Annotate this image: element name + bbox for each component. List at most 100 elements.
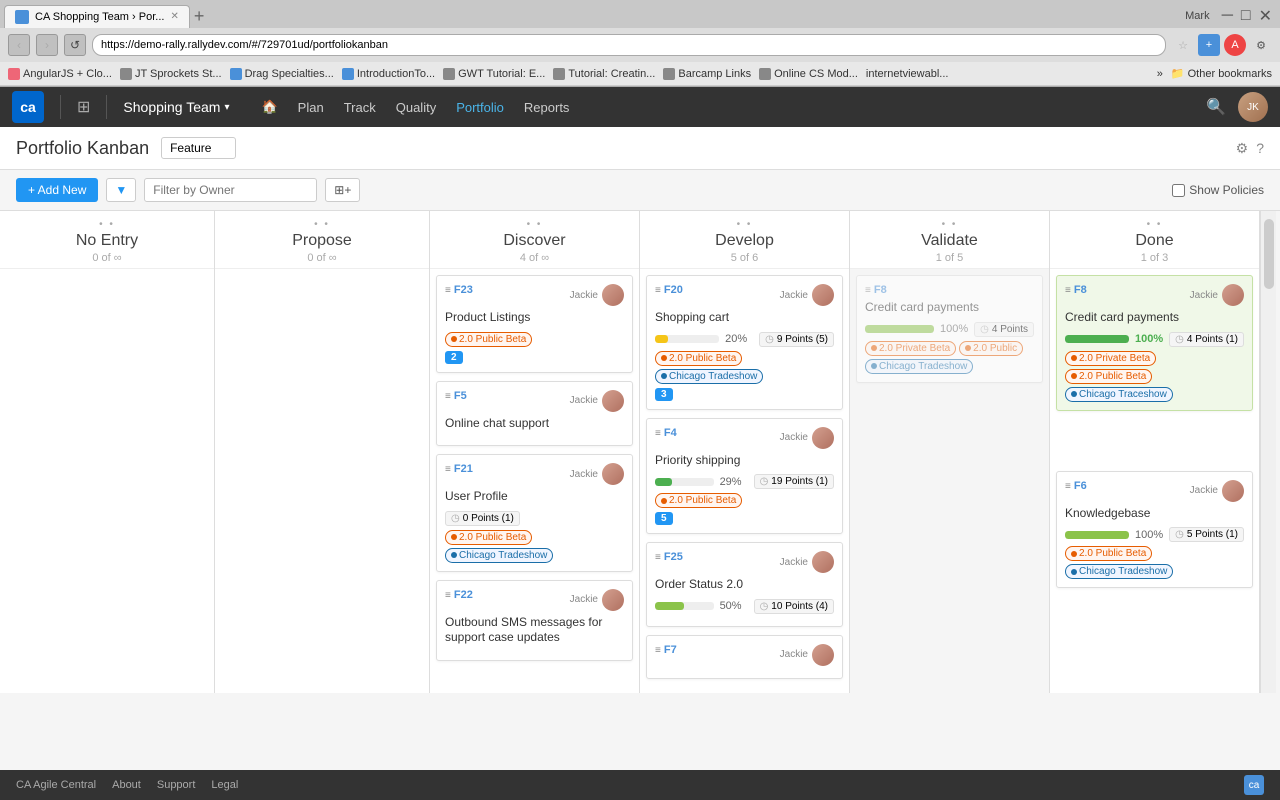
browser-tab[interactable]: CA Shopping Team › Por... ✕	[4, 5, 190, 28]
tag-f23-public-beta[interactable]: 2.0 Public Beta	[445, 332, 532, 347]
bookmark-other[interactable]: »	[1157, 68, 1163, 80]
tag-f8d-private[interactable]: 2.0 Private Beta	[1065, 351, 1156, 366]
close-window-button[interactable]: ✕	[1259, 6, 1272, 26]
nav-track[interactable]: Track	[336, 96, 384, 119]
tag-f8v-public[interactable]: 2.0 Public	[959, 341, 1023, 356]
footer-about[interactable]: About	[112, 779, 141, 791]
settings-icon[interactable]: ⚙	[1236, 140, 1249, 157]
team-selector[interactable]: Shopping Team ▾	[123, 99, 229, 115]
address-input[interactable]	[92, 34, 1166, 56]
card-f6-id[interactable]: ≡ F6	[1065, 480, 1087, 492]
search-icon[interactable]: 🔍	[1206, 97, 1226, 117]
filter-button[interactable]: ▼	[106, 178, 136, 202]
tag-f6-chicago[interactable]: Chicago Tradeshow	[1065, 564, 1173, 579]
tag-f8v-chicago[interactable]: Chicago Tradeshow	[865, 359, 973, 374]
card-f25-id[interactable]: ≡ F25	[655, 551, 683, 563]
card-f7-id[interactable]: ≡ F7	[655, 644, 677, 656]
bookmark-internet[interactable]: internetviewabl...	[866, 68, 949, 80]
card-f8v-progress: 100% ◷ 4 Points	[865, 322, 1034, 337]
footer-legal[interactable]: Legal	[211, 779, 238, 791]
tag-f8d-chicago[interactable]: Chicago Traceshow	[1065, 387, 1173, 402]
close-tab-button[interactable]: ✕	[170, 11, 178, 22]
progress-bar-f25	[655, 602, 684, 610]
col-dots-develop: • •	[650, 219, 839, 230]
filter-owner-input[interactable]	[144, 178, 317, 202]
bookmark-cs[interactable]: Online CS Mod...	[759, 68, 858, 80]
col-count-no-entry: 0 of ∞	[10, 252, 204, 264]
progress-wrap-f25	[655, 602, 714, 610]
card-f6-tags: 2.0 Public Beta Chicago Tradeshow	[1065, 546, 1244, 579]
column-validate: • • Validate 1 of 5 ≡ F8 Credit card pay…	[850, 211, 1050, 693]
nav-plan[interactable]: Plan	[290, 96, 332, 119]
card-f21-id[interactable]: ≡ F21	[445, 463, 473, 475]
bookmark-jt[interactable]: JT Sprockets St...	[120, 68, 222, 80]
nav-reports[interactable]: Reports	[516, 96, 578, 119]
card-f8v-tags: 2.0 Private Beta 2.0 Public Chicago Trad…	[865, 341, 1034, 374]
tag-f21-public-beta[interactable]: 2.0 Public Beta	[445, 530, 532, 545]
scrollbar-thumb[interactable]	[1264, 219, 1274, 289]
card-f8d-id[interactable]: ≡ F8	[1065, 284, 1087, 296]
card-f22-avatar	[602, 589, 624, 611]
card-f20-id[interactable]: ≡ F20	[655, 284, 683, 296]
maximize-button[interactable]: □	[1241, 7, 1251, 25]
tag-dot	[661, 355, 667, 361]
toolbar: + Add New ▼ ⊞+ Show Policies	[0, 170, 1280, 211]
card-f20-tags: 2.0 Public Beta Chicago Tradeshow	[655, 351, 834, 384]
forward-button[interactable]: ›	[36, 34, 58, 56]
minimize-button[interactable]: ─	[1222, 7, 1233, 25]
card-f23-id[interactable]: ≡ F23	[445, 284, 473, 296]
card-f5-id[interactable]: ≡ F5	[445, 390, 467, 402]
card-f20: ≡ F20 Jackie Shopping cart 20% ◷ 9 Point…	[646, 275, 843, 410]
kanban-scrollbar[interactable]	[1260, 211, 1276, 693]
col-title-no-entry: No Entry	[10, 232, 204, 250]
columns-button[interactable]: ⊞+	[325, 178, 360, 202]
help-icon[interactable]: ?	[1256, 140, 1264, 157]
col-cards-propose	[215, 269, 429, 669]
tag-f20-chicago[interactable]: Chicago Tradeshow	[655, 369, 763, 384]
user-avatar[interactable]: JK	[1238, 92, 1268, 122]
col-header-propose: • • Propose 0 of ∞	[215, 211, 429, 269]
back-button[interactable]: ‹	[8, 34, 30, 56]
tag-f20-beta[interactable]: 2.0 Public Beta	[655, 351, 742, 366]
nav-portfolio[interactable]: Portfolio	[448, 96, 512, 119]
col-count-done: 1 of 3	[1060, 252, 1249, 264]
bookmark-barcamp[interactable]: Barcamp Links	[663, 68, 751, 80]
card-f22-id[interactable]: ≡ F22	[445, 589, 473, 601]
bookmark-tutorial[interactable]: Tutorial: Creatin...	[553, 68, 655, 80]
reload-button[interactable]: ↺	[64, 34, 86, 56]
tag-f8v-private[interactable]: 2.0 Private Beta	[865, 341, 956, 356]
tag-f4-beta[interactable]: 2.0 Public Beta	[655, 493, 742, 508]
page-content: Portfolio Kanban Feature Initiative Them…	[0, 127, 1280, 771]
tag-f21-chicago[interactable]: Chicago Tradeshow	[445, 548, 553, 563]
bookmark-drag[interactable]: Drag Specialties...	[230, 68, 334, 80]
nav-quality[interactable]: Quality	[388, 96, 444, 119]
card-f7-header: ≡ F7 Jackie	[655, 644, 834, 666]
col-dots-done: • •	[1060, 219, 1249, 230]
star-icon[interactable]: ☆	[1172, 34, 1194, 56]
tab-title: CA Shopping Team › Por...	[35, 11, 164, 23]
points-icon: ◷	[765, 334, 774, 345]
progress-wrap-f8d	[1065, 335, 1129, 343]
new-tab-button[interactable]: +	[194, 6, 205, 27]
ext-icon-1[interactable]: +	[1198, 34, 1220, 56]
bookmark-angularjs[interactable]: AngularJS + Clo...	[8, 68, 112, 80]
type-select[interactable]: Feature Initiative Theme	[161, 137, 236, 159]
tag-f6-beta[interactable]: 2.0 Public Beta	[1065, 546, 1152, 561]
tag-f8d-public[interactable]: 2.0 Public Beta	[1065, 369, 1152, 384]
footer-support[interactable]: Support	[157, 779, 196, 791]
nav-home[interactable]: 🏠	[253, 95, 285, 119]
col-count-discover: 4 of ∞	[440, 252, 629, 264]
card-f6-owner: Jackie	[1190, 485, 1218, 496]
card-f8v-id[interactable]: ≡ F8	[865, 284, 887, 296]
bookmark-gwt[interactable]: GWT Tutorial: E...	[443, 68, 545, 80]
card-f4-id[interactable]: ≡ F4	[655, 427, 677, 439]
add-new-button[interactable]: + Add New	[16, 178, 98, 202]
bookmark-intro[interactable]: IntroductionTo...	[342, 68, 435, 80]
ext-icon-3[interactable]: ⚙	[1250, 34, 1272, 56]
ext-icon-2[interactable]: A	[1224, 34, 1246, 56]
footer-ca-agile[interactable]: CA Agile Central	[16, 779, 96, 791]
column-discover: • • Discover 4 of ∞ ≡ F23 Jackie Product…	[430, 211, 640, 693]
show-policies-checkbox[interactable]	[1172, 184, 1185, 197]
bookmark-other-label[interactable]: 📁 Other bookmarks	[1171, 67, 1272, 80]
col-cards-done: ≡ F8 Jackie Credit card payments 100% ◷ …	[1050, 269, 1259, 669]
